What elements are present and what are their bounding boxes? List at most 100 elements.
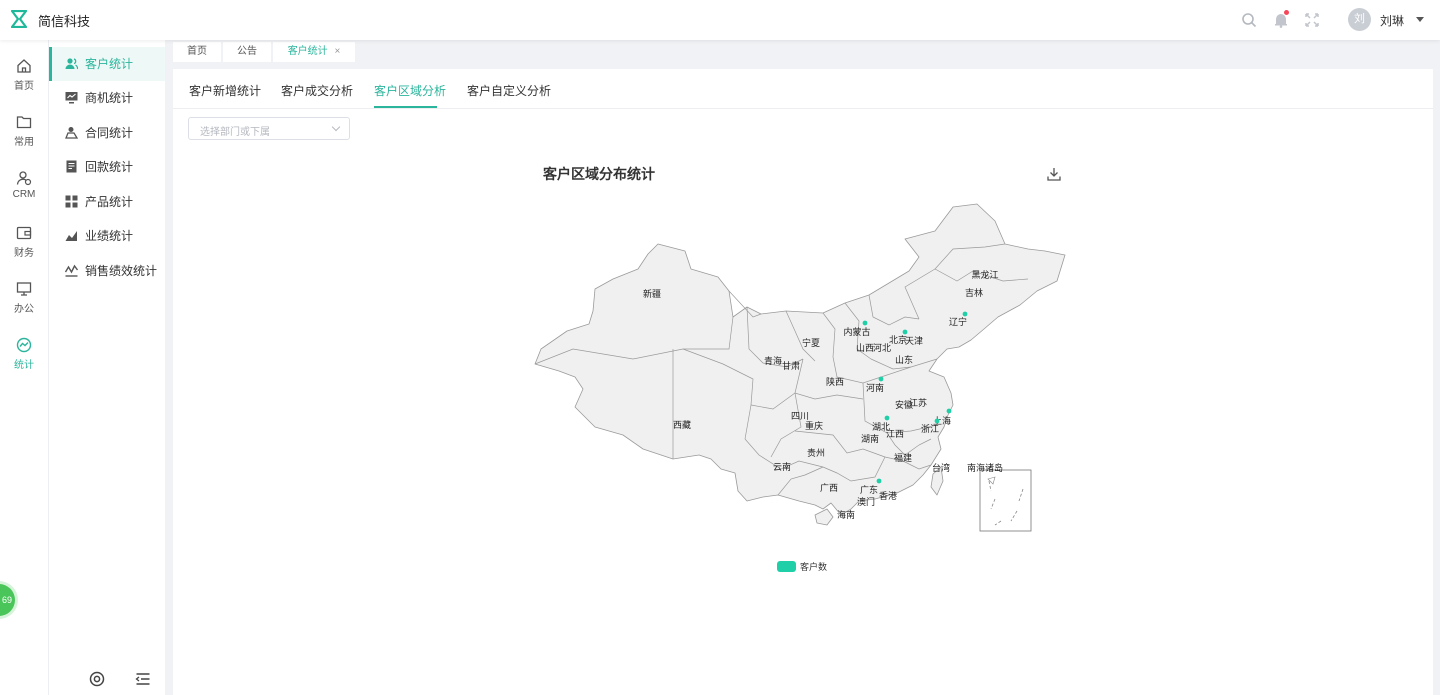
search-icon[interactable]: [1241, 12, 1257, 28]
province-label-xianggang: 香港: [879, 490, 897, 502]
rail-label: 常用: [14, 137, 34, 148]
sub-item-label: 销售绩效统计: [85, 264, 158, 278]
product-icon: [65, 195, 78, 208]
rail-item-finance[interactable]: 财务: [0, 225, 48, 259]
rail-item-office[interactable]: 办公: [0, 281, 48, 315]
page-tab-home[interactable]: 首页: [173, 42, 221, 62]
province-label-ningxia: 宁夏: [802, 337, 820, 349]
province-label-shandong: 山东: [895, 354, 913, 366]
top-header: 简信科技 刘 刘琳: [0, 0, 1440, 40]
province-label-henan: 河南: [866, 382, 884, 394]
legend-label: 客户数: [800, 562, 828, 572]
province-label-chongqing: 重庆: [805, 420, 823, 432]
province-label-shaanxi: 陕西: [826, 376, 844, 388]
users-icon: [65, 58, 78, 70]
wallet-icon: [16, 226, 32, 240]
marker-shanghai[interactable]: [946, 408, 952, 414]
province-label-tianjin: 天津: [905, 336, 923, 347]
tab-custom-analysis[interactable]: 客户自定义分析: [467, 82, 551, 99]
notification-dot: [1284, 10, 1289, 15]
rail-item-common[interactable]: 常用: [0, 114, 48, 148]
province-label-sichuan: 四川: [791, 412, 809, 422]
south-china-sea-inset: [979, 469, 1032, 532]
rail-item-stats[interactable]: 统计: [0, 337, 48, 371]
page-tab-label: 客户统计: [287, 46, 328, 57]
active-tab-underline: [374, 106, 437, 108]
province-label-aomen: 澳门: [857, 496, 875, 508]
sub-item-payment-stats[interactable]: 回款统计: [49, 150, 165, 184]
marker-guangdong[interactable]: [876, 478, 882, 484]
marker-neimenggu[interactable]: [862, 320, 868, 326]
performance-icon: [65, 231, 77, 241]
stats-sub-nav: 客户统计 商机统计 合同统计 回款统计 产品统计 业绩统计 销售绩效统计: [49, 40, 165, 695]
province-label-yunnan: 云南: [773, 461, 791, 473]
province-label-hainan: 海南: [837, 509, 855, 521]
marker-liaoning[interactable]: [962, 311, 968, 317]
rail-label: 统计: [14, 360, 34, 371]
kpi-icon: [65, 264, 78, 277]
legend-swatch[interactable]: [777, 561, 796, 572]
sub-item-product-stats[interactable]: 产品统计: [49, 185, 165, 219]
sub-item-label: 客户统计: [85, 57, 134, 71]
close-icon[interactable]: ×: [334, 46, 340, 57]
province-label-jiangsu: 江苏: [909, 397, 927, 409]
fullscreen-icon[interactable]: [1304, 12, 1320, 28]
map-hainan: [814, 508, 834, 526]
sub-item-label: 合同统计: [85, 126, 134, 140]
user-name[interactable]: 刘琳: [1380, 12, 1404, 29]
sub-item-label: 产品统计: [85, 195, 134, 209]
china-map: 新疆 西藏 青海 甘肃 宁夏 内蒙古 山西 河北 北京 天津 辽宁 吉林 黑龙江…: [534, 203, 1066, 532]
province-label-liaoning: 辽宁: [949, 316, 967, 328]
brand-name: 简信科技: [38, 14, 91, 29]
province-label-gansu: 甘肃: [782, 360, 800, 372]
rail-label: CRM: [12, 189, 36, 200]
marker-zhejiang[interactable]: [934, 418, 940, 424]
home-icon: [17, 59, 31, 73]
stats-icon: [16, 337, 32, 353]
province-label-neimenggu: 内蒙古: [843, 326, 870, 338]
main-panel: 客户新增统计 客户成交分析 客户区域分析 客户自定义分析 选择部门或下属 客户区…: [173, 69, 1433, 695]
payment-icon: [66, 160, 77, 173]
tab-new-customers[interactable]: 客户新增统计: [189, 82, 261, 99]
sub-item-performance-stats[interactable]: 业绩统计: [49, 219, 165, 253]
crm-icon: [16, 171, 32, 186]
content-tabs: 客户新增统计 客户成交分析 客户区域分析 客户自定义分析: [173, 69, 1433, 109]
province-label-qinghai: 青海: [764, 355, 782, 367]
province-label-hunan: 湖南: [861, 433, 879, 445]
marker-henan[interactable]: [878, 376, 884, 382]
province-label-taiwan: 台湾: [932, 462, 950, 474]
department-select[interactable]: 选择部门或下属: [188, 117, 350, 140]
sub-item-opportunity-stats[interactable]: 商机统计: [49, 81, 165, 115]
province-label-xizang: 西藏: [673, 419, 691, 431]
caret-down-icon[interactable]: [1416, 17, 1424, 22]
tab-deal-analysis[interactable]: 客户成交分析: [281, 82, 353, 99]
target-icon[interactable]: [89, 671, 105, 687]
rail-item-home[interactable]: 首页: [0, 58, 48, 92]
inset-label: 南海诸岛: [967, 462, 1003, 474]
marker-beijing[interactable]: [902, 329, 908, 335]
page-tab-notice[interactable]: 公告: [223, 42, 271, 62]
province-label-jilin: 吉林: [965, 287, 983, 299]
download-icon[interactable]: [1047, 167, 1061, 181]
province-label-guangdong: 广东: [860, 484, 878, 496]
province-label-fujian: 福建: [894, 452, 912, 464]
province-label-xinjiang: 新疆: [643, 288, 661, 300]
province-label-heilongjiang: 黑龙江: [971, 269, 998, 281]
logo-icon: [11, 10, 27, 28]
province-label-zhejiang: 浙江: [921, 423, 939, 435]
marker-hubei[interactable]: [884, 415, 890, 421]
sub-item-customer-stats[interactable]: 客户统计: [49, 47, 165, 81]
province-label-jiangxi: 江西: [886, 429, 904, 440]
sub-item-contract-stats[interactable]: 合同统计: [49, 116, 165, 150]
rail-item-crm[interactable]: CRM: [0, 170, 48, 200]
opportunity-icon: [65, 92, 78, 104]
sub-item-label: 回款统计: [85, 160, 134, 174]
avatar[interactable]: 刘: [1348, 8, 1371, 31]
collapse-menu-icon[interactable]: [135, 671, 151, 687]
chevron-down-icon: [331, 122, 341, 132]
tab-region-analysis[interactable]: 客户区域分析: [374, 82, 446, 99]
sub-item-sales-kpi-stats[interactable]: 销售绩效统计: [49, 254, 165, 288]
select-placeholder: 选择部门或下属: [200, 127, 270, 138]
monitor-icon: [16, 282, 32, 296]
page-tab-customer-stats[interactable]: 客户统计 ×: [273, 42, 355, 62]
